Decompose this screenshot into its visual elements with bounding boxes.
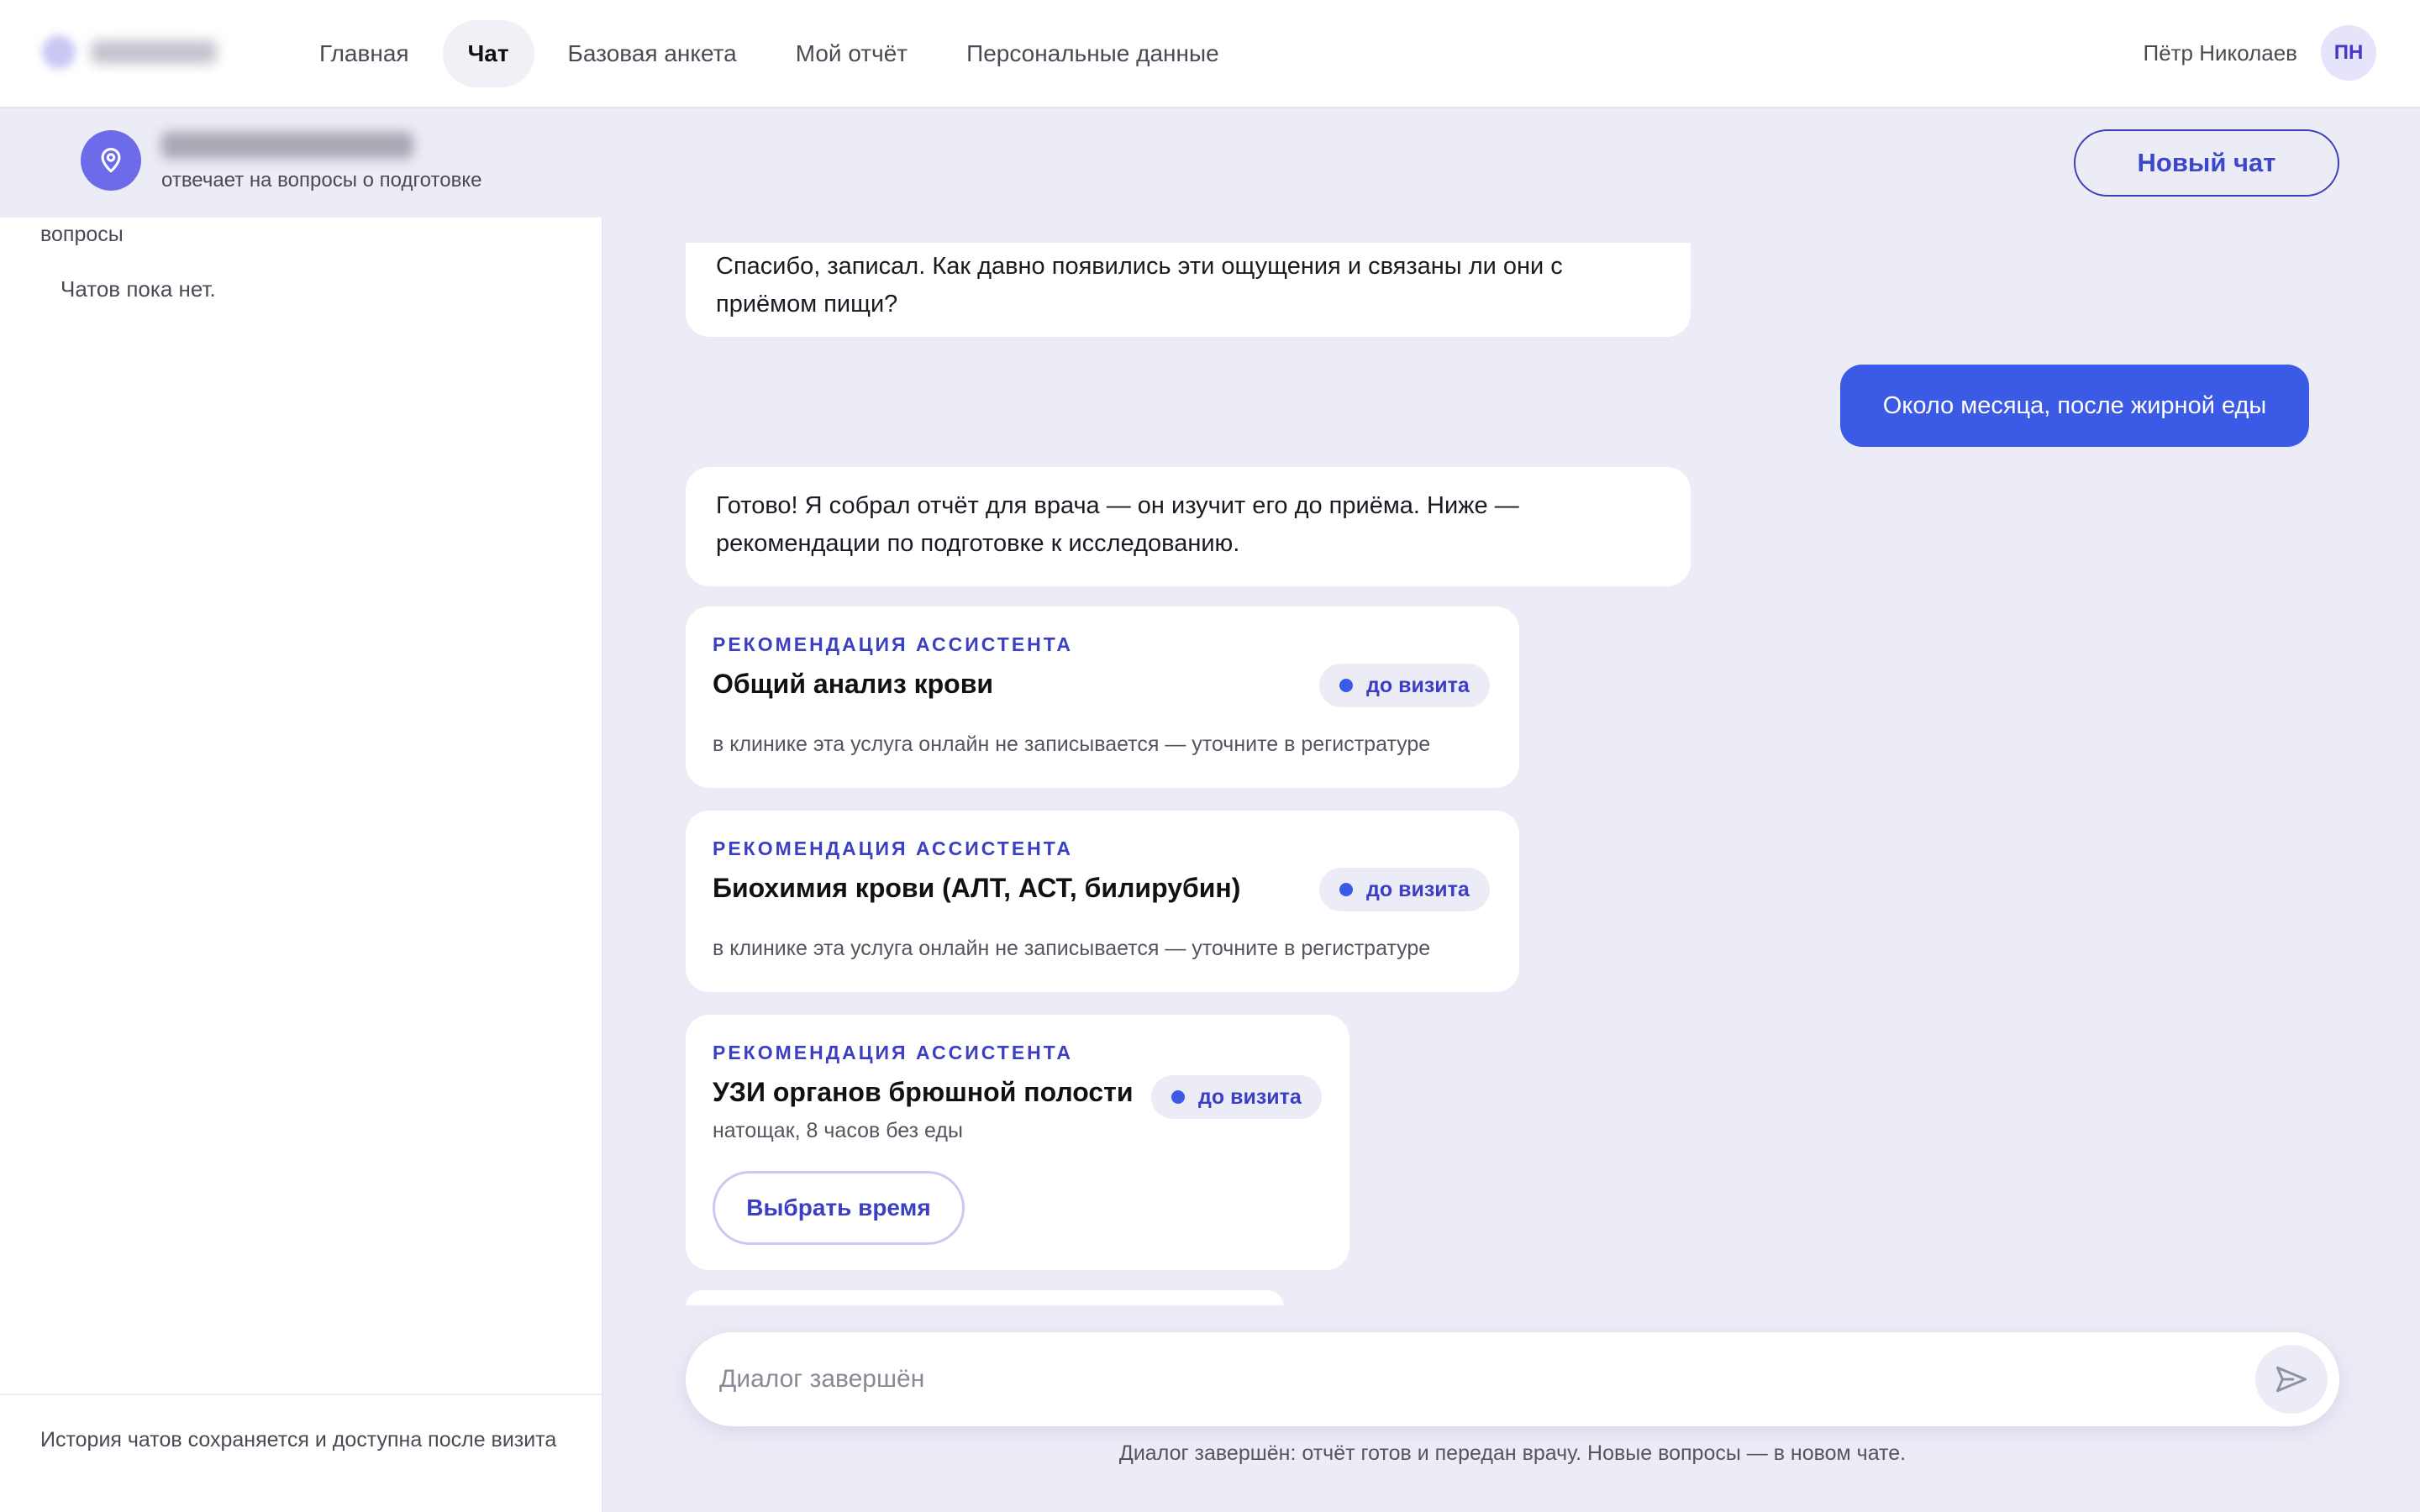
bot-message-text: Готово! Я собрал отчёт для врача — он из… (716, 492, 1519, 557)
status-dot-icon (1339, 679, 1353, 692)
chat-history-sidebar: вопросы Чатов пока нет. История чатов со… (0, 218, 603, 1512)
bot-message-text: Спасибо, записал. Как давно появились эт… (716, 253, 1563, 318)
send-button[interactable] (2255, 1345, 2328, 1414)
card-kicker: РЕКОМЕНДАЦИЯ АССИСТЕНТА (713, 837, 1074, 859)
status-badge: до визита (1319, 868, 1490, 911)
status-badge: до визита (1319, 664, 1490, 707)
user-message-text: Около месяца, после жирной еды (1882, 391, 2267, 419)
brand-logo[interactable] (42, 35, 217, 69)
card-title: Биохимия крови (АЛТ, АСТ, билирубин) (713, 873, 1241, 903)
badge-label: до визита (1198, 1084, 1302, 1109)
message-input[interactable] (719, 1332, 2148, 1426)
card-kicker: РЕКОМЕНДАЦИЯ АССИСТЕНТА (713, 633, 1074, 655)
card-title: Общий анализ крови (713, 669, 994, 699)
nav-item-personal-data[interactable]: Персональные данные (941, 20, 1244, 87)
choose-time-button[interactable]: Выбрать время (713, 1171, 965, 1245)
user-name: Пётр Николаев (2143, 39, 2298, 66)
card-kicker: РЕКОМЕНДАЦИЯ АССИСТЕНТА (713, 1042, 1074, 1063)
recommendation-card: РЕКОМЕНДАЦИЯ АССИСТЕНТА Биохимия крови (… (686, 811, 1519, 992)
new-chat-button[interactable]: Новый чат (2074, 129, 2339, 197)
card-note: натощак, 8 часов без еды (713, 1119, 963, 1142)
card-note: в клинике эта услуга онлайн не записывае… (713, 937, 1431, 960)
main-nav: Главная Чат Базовая анкета Мой отчёт Пер… (294, 20, 1244, 87)
status-badge: до визита (1151, 1075, 1322, 1119)
status-dot-icon (1339, 883, 1353, 896)
sidebar-empty-state: Чатов пока нет. (60, 276, 216, 302)
assistant-header: отвечает на вопросы о подготовке Новый ч… (0, 108, 2420, 218)
message-composer (686, 1332, 2339, 1426)
card-note: в клинике эта услуга онлайн не записывае… (713, 732, 1431, 756)
bot-message: Готово! Я собрал отчёт для врача — он из… (686, 467, 1691, 586)
dialog-status-text: Диалог завершён: отчёт готов и передан в… (1118, 1441, 1907, 1465)
chat-thread[interactable]: Спасибо, записал. Как давно появились эт… (603, 218, 2420, 1305)
recommendation-card: РЕКОМЕНДАЦИЯ АССИСТЕНТА Общий анализ кро… (686, 606, 1519, 788)
sidebar-footer-note: История чатов сохраняется и доступна пос… (0, 1394, 602, 1512)
user-message: Около месяца, после жирной еды (1840, 365, 2309, 447)
card-title: УЗИ органов брюшной полости (713, 1077, 1134, 1107)
logo-icon (42, 35, 76, 69)
user-menu[interactable]: Пётр Николаев ПН (2143, 25, 2376, 81)
map-pin-icon (81, 130, 141, 191)
bot-message: Спасибо, записал. Как давно появились эт… (686, 243, 1691, 337)
sidebar-heading: вопросы (40, 223, 124, 246)
assistant-subtitle: отвечает на вопросы о подготовке (161, 169, 482, 192)
badge-label: до визита (1366, 673, 1470, 697)
nav-item-base-questionnaire[interactable]: Базовая анкета (543, 20, 762, 87)
send-icon (2276, 1366, 2307, 1393)
recommendation-card: РЕКОМЕНДАЦИЯ АССИСТЕНТА УЗИ органов брюш… (686, 1015, 1349, 1270)
badge-label: до визита (1366, 877, 1470, 901)
nav-item-my-report[interactable]: Мой отчёт (771, 20, 933, 87)
recommendation-card-partial (686, 1290, 1284, 1305)
top-navigation-bar: Главная Чат Базовая анкета Мой отчёт Пер… (0, 0, 2420, 108)
nav-item-home[interactable]: Главная (294, 20, 434, 87)
avatar[interactable]: ПН (2321, 25, 2376, 81)
assistant-name-redacted (161, 132, 413, 159)
nav-item-chat[interactable]: Чат (442, 20, 534, 87)
brand-name-redacted (91, 40, 217, 64)
status-dot-icon (1171, 1090, 1185, 1104)
